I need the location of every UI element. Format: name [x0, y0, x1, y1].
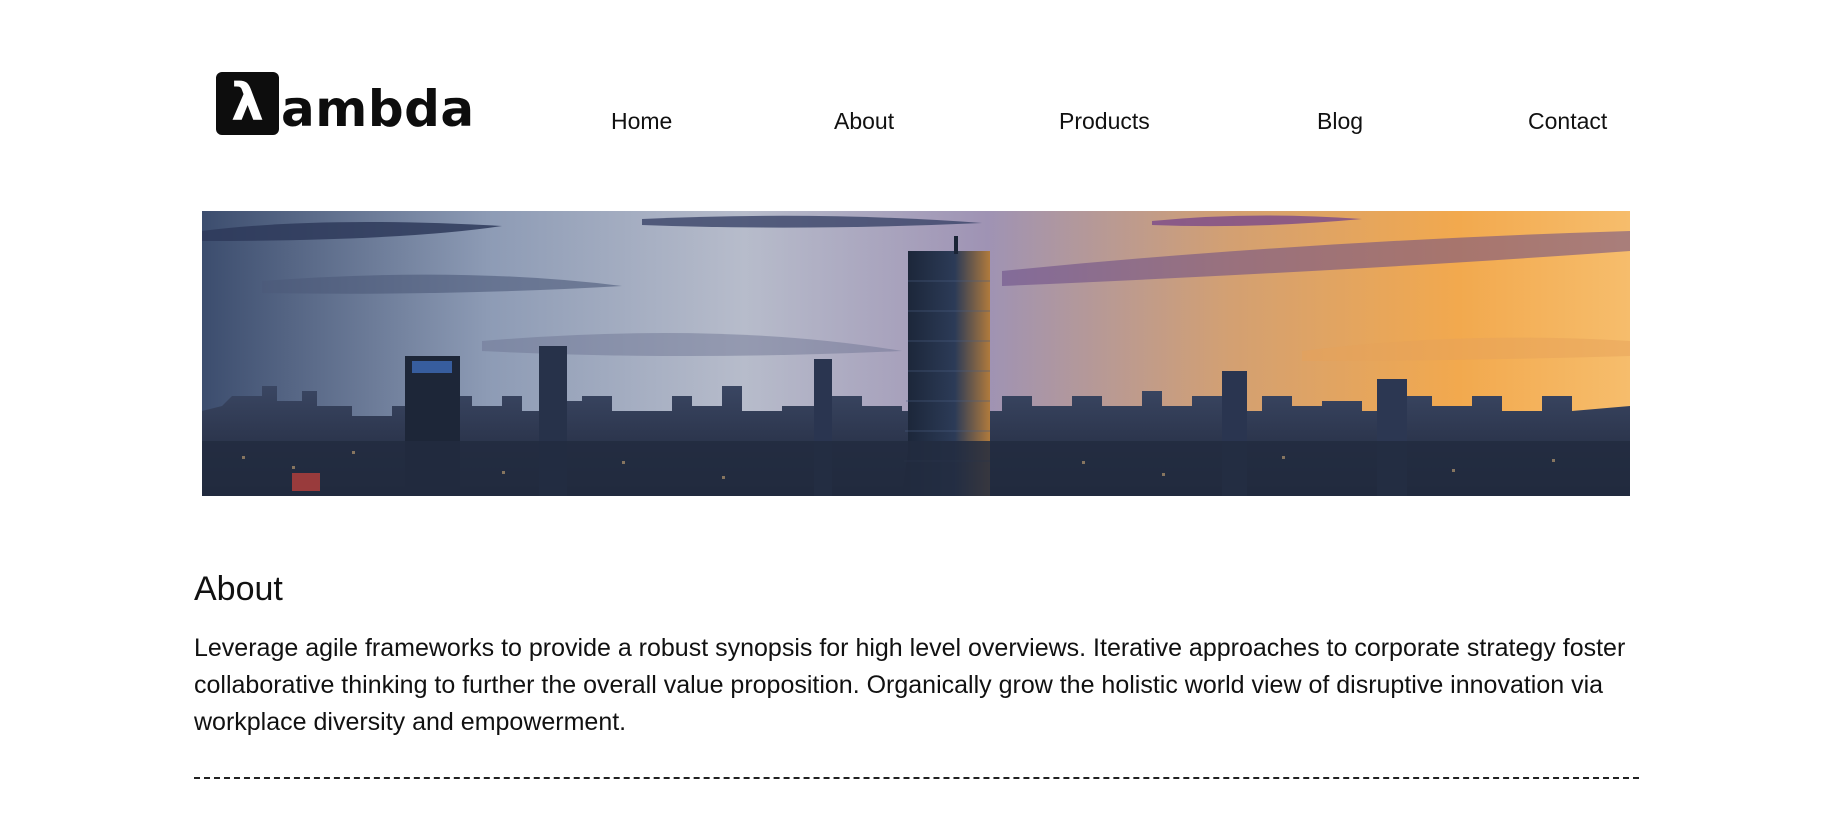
nav-blog-link[interactable]: Blog [1317, 108, 1363, 135]
hero-banner-image [202, 211, 1630, 496]
nav-about-link[interactable]: About [834, 108, 894, 135]
about-heading: About [194, 570, 283, 608]
nav-products-link[interactable]: Products [1059, 108, 1150, 135]
about-paragraph: Leverage agile frameworks to provide a r… [194, 634, 1626, 736]
main-nav: Home About Products Blog Contact [0, 108, 1847, 138]
nav-home-link[interactable]: Home [611, 108, 672, 135]
nav-contact-link[interactable]: Contact [1528, 108, 1607, 135]
page: λ ambda Home About Products Blog Contact [0, 0, 1847, 831]
dashed-divider [194, 777, 1639, 779]
